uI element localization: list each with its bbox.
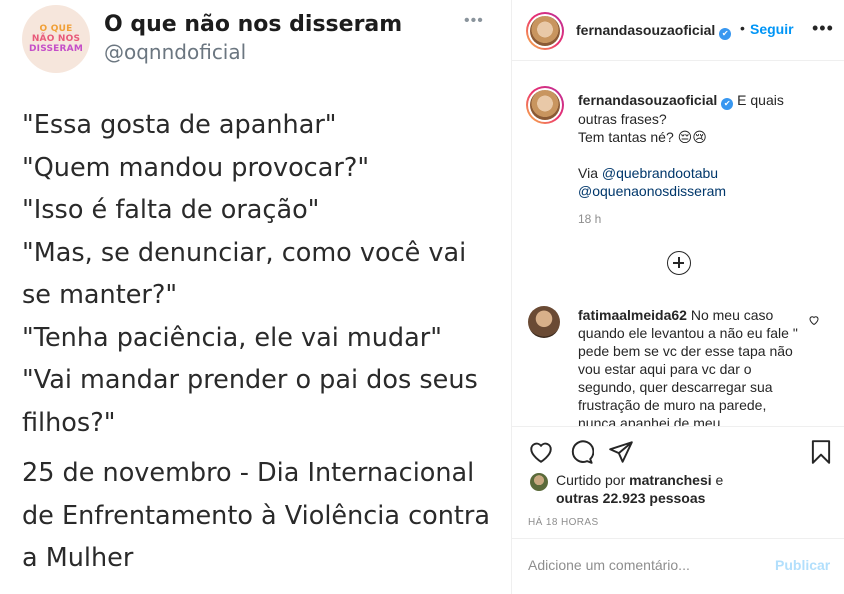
more-options-icon[interactable]: ••• bbox=[812, 18, 834, 39]
verified-icon: ✔ bbox=[719, 28, 732, 40]
tweet-line: "Isso é falta de oração" bbox=[22, 195, 320, 225]
author-avatar[interactable] bbox=[526, 12, 564, 50]
author-username-text[interactable]: fernandasouzaoficial bbox=[576, 22, 715, 38]
logo-line: DISSERAM bbox=[29, 44, 83, 54]
post-actions: Curtido por matranchesi e outras 22.923 … bbox=[512, 426, 844, 554]
post-timestamp[interactable]: HÁ 18 HORAS bbox=[528, 517, 599, 528]
caption-username[interactable]: fernandasouzaoficial bbox=[578, 92, 717, 108]
logo-line: NÃO NOS bbox=[31, 34, 81, 44]
tweet-footer-line: de Enfrentamento à Violência contra bbox=[22, 500, 490, 531]
load-more-comments-icon[interactable] bbox=[667, 251, 691, 275]
commenter-avatar[interactable] bbox=[528, 306, 560, 338]
tweet-line: "Vai mandar prender o pai dos seus bbox=[22, 365, 478, 395]
liked-by-user[interactable]: matranchesi bbox=[629, 472, 711, 488]
like-comment-heart-icon[interactable] bbox=[808, 314, 820, 326]
caption: fernandasouzaoficial ✔ E quais outras fra… bbox=[578, 91, 798, 200]
share-icon[interactable] bbox=[608, 439, 634, 465]
tweet-line: filhos?" bbox=[22, 407, 116, 438]
separator-dot: • bbox=[740, 20, 745, 36]
tweet-footer-line: 25 de novembro - Dia Internacional bbox=[22, 458, 475, 488]
comment-icon[interactable] bbox=[568, 439, 594, 465]
comment: fatimaalmeida62 No meu caso quando ele l… bbox=[578, 306, 798, 426]
mention-link[interactable]: @oquenaonosdisseram bbox=[578, 183, 726, 199]
tweet-line: "Essa gosta de apanhar" bbox=[22, 110, 337, 140]
likes-count[interactable]: outras 22.923 pessoas bbox=[556, 490, 705, 506]
post-image[interactable]: O QUE NÃO NOS DISSERAM O que não nos dis… bbox=[0, 0, 512, 594]
tweet-footer-line: a Mulher bbox=[22, 543, 134, 573]
comment-username[interactable]: fatimaalmeida62 bbox=[578, 307, 687, 323]
tweet-avatar-logo: O QUE NÃO NOS DISSERAM bbox=[22, 5, 90, 73]
caption-author-avatar[interactable] bbox=[526, 86, 564, 124]
comment-text: No meu caso quando ele levantou a não eu… bbox=[578, 307, 798, 426]
liked-by-prefix: Curtido por bbox=[556, 472, 630, 488]
post-side-panel: fernandasouzaoficial ✔ • Seguir ••• ferna… bbox=[512, 0, 844, 594]
comments-section[interactable]: fernandasouzaoficial ✔ E quais outras fra… bbox=[512, 62, 844, 426]
tweet-author-name: O que não nos disseram bbox=[104, 12, 403, 37]
author-username[interactable]: fernandasouzaoficial ✔ bbox=[576, 22, 732, 40]
post-header: fernandasouzaoficial ✔ • Seguir ••• bbox=[512, 0, 844, 61]
tweet-line: "Mas, se denunciar, como você vai bbox=[22, 237, 467, 268]
tweet-more-icon: ••• bbox=[464, 12, 484, 29]
liked-by-mid: e bbox=[711, 472, 724, 488]
verified-icon: ✔ bbox=[721, 98, 734, 110]
tweet-line: "Tenha paciência, ele vai mudar" bbox=[22, 322, 442, 353]
mention-link[interactable]: @quebrandootabu bbox=[602, 165, 718, 181]
save-bookmark-icon[interactable] bbox=[808, 439, 834, 465]
tweet-line: "Quem mandou provocar?" bbox=[22, 152, 370, 183]
logo-line: O QUE bbox=[39, 24, 73, 34]
tweet-author-handle: @oqnndoficial bbox=[104, 40, 247, 64]
comment-input[interactable] bbox=[528, 555, 768, 575]
liked-by-avatar[interactable] bbox=[530, 473, 548, 491]
caption-timestamp: 18 h bbox=[578, 212, 602, 226]
liked-by-text: Curtido por matranchesi e outras 22.923 … bbox=[556, 471, 756, 507]
like-heart-icon[interactable] bbox=[528, 439, 554, 465]
caption-text: Tem tantas né? 😔😢 bbox=[578, 129, 707, 145]
add-comment-bar: Publicar bbox=[512, 538, 844, 594]
follow-button[interactable]: Seguir bbox=[750, 21, 794, 37]
tweet-line: se manter?" bbox=[22, 280, 178, 310]
tweet-body: "Essa gosta de apanhar" "Quem mandou pro… bbox=[22, 104, 502, 580]
publish-button[interactable]: Publicar bbox=[775, 557, 830, 573]
caption-via: Via bbox=[578, 165, 602, 181]
